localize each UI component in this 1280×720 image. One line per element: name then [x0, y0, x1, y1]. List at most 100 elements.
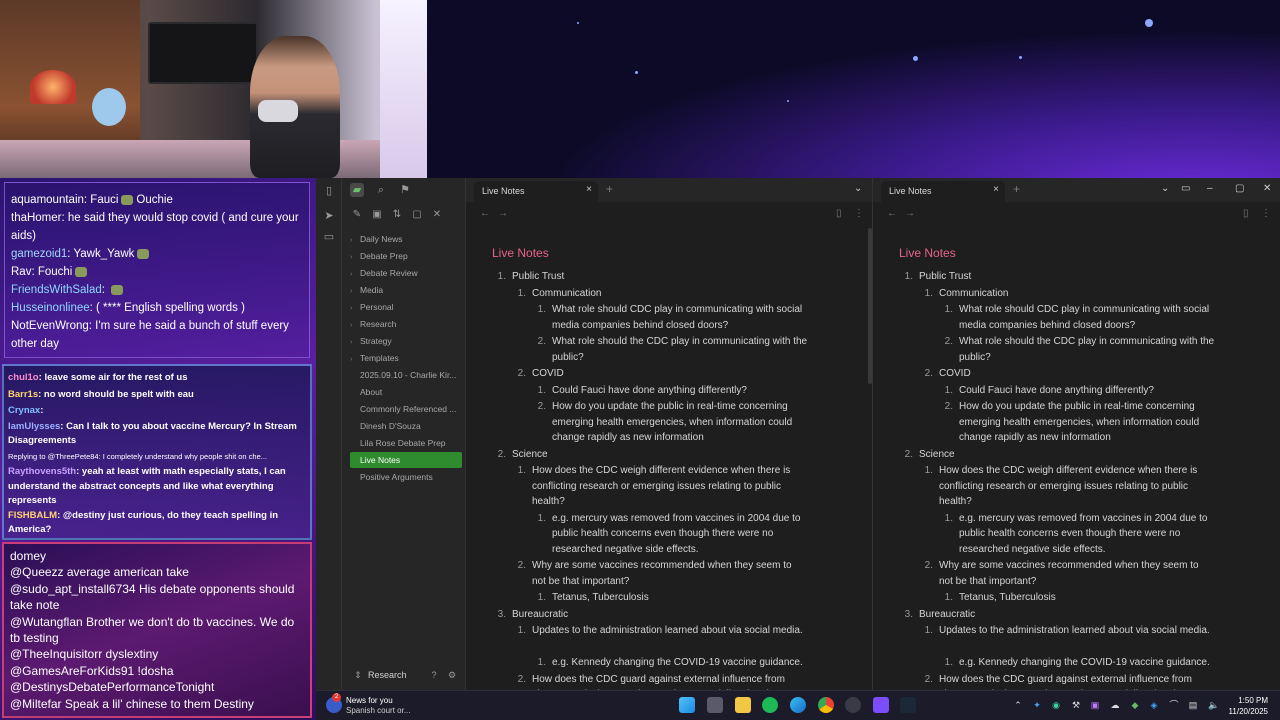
- help-icon[interactable]: ?: [428, 670, 440, 682]
- sidebar-toggle-icon[interactable]: ▯: [322, 184, 336, 198]
- maximize-icon[interactable]: ▢: [1235, 183, 1244, 194]
- chat-box-mentions: domey @Queezz average american take @sudo_…: [2, 542, 312, 718]
- tree-item-label: Debate Prep: [360, 251, 408, 261]
- file-item[interactable]: Positive Arguments: [350, 469, 462, 485]
- list-text: Why are some vaccines recommended when t…: [939, 560, 1199, 587]
- tray-app-icon[interactable]: ▤: [1188, 700, 1198, 710]
- emote-icon: [137, 248, 150, 259]
- tray-app-icon[interactable]: ▣: [1090, 700, 1100, 710]
- sidebar-right-icon[interactable]: ▭: [1181, 183, 1190, 194]
- tree-item-label: About: [360, 387, 383, 397]
- file-item[interactable]: Live Notes: [350, 452, 462, 468]
- chat-username[interactable]: NotEvenWrong: [11, 320, 89, 332]
- list-text: e.g. mercury was removed from vaccines i…: [959, 512, 1208, 555]
- more-options-icon[interactable]: ⋮: [854, 208, 864, 219]
- pages-icon[interactable]: ▭: [322, 230, 336, 244]
- forward-arrow-icon[interactable]: →: [498, 208, 508, 219]
- tray-app-icon[interactable]: ◉: [1051, 700, 1061, 710]
- chat-username[interactable]: Barr1s: [8, 389, 38, 400]
- close-icon[interactable]: ×: [586, 184, 592, 195]
- more-options-icon[interactable]: ⋮: [1261, 208, 1271, 219]
- chevron-down-icon[interactable]: ⌄: [854, 183, 862, 194]
- minimize-icon[interactable]: –: [1207, 183, 1213, 194]
- new-tab-icon[interactable]: +: [1013, 182, 1020, 196]
- chat-username[interactable]: Crynax: [8, 405, 40, 416]
- chat-username[interactable]: IamUlysses: [8, 421, 60, 432]
- folder-item[interactable]: › Daily News: [350, 231, 462, 247]
- reading-view-icon[interactable]: ▯: [1243, 208, 1249, 219]
- folder-item[interactable]: › Templates: [350, 350, 462, 366]
- spotify-icon[interactable]: [762, 697, 778, 713]
- sort-icon[interactable]: ⇅: [391, 209, 403, 221]
- folder-item[interactable]: › Debate Review: [350, 265, 462, 281]
- vault-name[interactable]: Research: [368, 670, 407, 680]
- list-text: Bureaucratic: [919, 608, 976, 620]
- list-number: 1.: [924, 465, 933, 476]
- window-close-icon[interactable]: ✕: [1263, 183, 1271, 194]
- start-icon[interactable]: [679, 697, 695, 713]
- tray-app-icon[interactable]: ✦: [1032, 700, 1042, 710]
- new-tab-icon[interactable]: +: [606, 182, 613, 196]
- folder-item[interactable]: › Personal: [350, 299, 462, 315]
- file-item[interactable]: 2025.09.10 - Charlie Kir...: [350, 367, 462, 383]
- back-arrow-icon[interactable]: ←: [480, 208, 490, 219]
- back-arrow-icon[interactable]: ←: [887, 208, 897, 219]
- chat-username[interactable]: Husseinonlinee: [11, 302, 90, 314]
- search-icon[interactable]: ⌕: [374, 183, 388, 197]
- list-text: Public Trust: [512, 271, 565, 282]
- chat-message: gamezoid1: Yawk_Yawk: [11, 245, 303, 263]
- tab-live-notes[interactable]: Live Notes ×: [881, 181, 1005, 202]
- chat-panel: aquamountain: Fauci Ouchie thaHomer: he sa…: [0, 178, 316, 720]
- chat-username[interactable]: aquamountain: [11, 194, 84, 206]
- collapse-icon[interactable]: ▢: [411, 209, 423, 221]
- news-widget[interactable]: 2 News for you Spanish court or...: [326, 693, 426, 717]
- tray-app-icon[interactable]: ☁: [1110, 700, 1120, 710]
- folder-item[interactable]: › Debate Prep: [350, 248, 462, 264]
- steam-icon[interactable]: [900, 697, 916, 713]
- tab-live-notes[interactable]: Live Notes ×: [474, 181, 598, 202]
- list-text: How do you update the public in real-tim…: [959, 401, 1200, 443]
- chat-username[interactable]: FISHBALM: [8, 510, 57, 521]
- task-view-icon[interactable]: [707, 697, 723, 713]
- tray-app-icon[interactable]: ◆: [1130, 700, 1140, 710]
- edge-icon[interactable]: [790, 697, 806, 713]
- chat-username[interactable]: gamezoid1: [11, 248, 67, 260]
- obs-icon[interactable]: [845, 697, 861, 713]
- folder-item[interactable]: › Research: [350, 316, 462, 332]
- obsidian-icon[interactable]: [873, 697, 889, 713]
- close-all-icon[interactable]: ✕: [431, 209, 443, 221]
- chat-username[interactable]: FriendsWithSalad: [11, 284, 102, 296]
- vault-switch-icon[interactable]: ⇕: [352, 670, 364, 682]
- reading-view-icon[interactable]: ▯: [836, 208, 842, 219]
- clock-time: 1:50 PM: [1238, 696, 1268, 705]
- file-item[interactable]: Dinesh D'Souza: [350, 418, 462, 434]
- network-icon[interactable]: ⌒: [1169, 700, 1179, 710]
- folder-item[interactable]: › Strategy: [350, 333, 462, 349]
- chat-username[interactable]: Rav: [11, 266, 31, 278]
- tray-app-icon[interactable]: ⚒: [1071, 700, 1081, 710]
- folder-item[interactable]: › Media: [350, 282, 462, 298]
- file-item[interactable]: Commonly Referenced ...: [350, 401, 462, 417]
- forward-arrow-icon[interactable]: →: [905, 208, 915, 219]
- settings-icon[interactable]: ⚙: [446, 670, 458, 682]
- file-explorer-icon[interactable]: [735, 697, 751, 713]
- bookmark-icon[interactable]: ⚑: [398, 183, 412, 197]
- list-number: 1.: [904, 271, 913, 282]
- close-icon[interactable]: ×: [993, 184, 999, 195]
- chat-username[interactable]: chul1o: [8, 372, 39, 383]
- file-item[interactable]: Lila Rose Debate Prep: [350, 435, 462, 451]
- file-item[interactable]: About: [350, 384, 462, 400]
- chat-username[interactable]: thaHomer: [11, 212, 62, 224]
- send-icon[interactable]: ➤: [322, 209, 336, 223]
- volume-icon[interactable]: 🔈: [1208, 700, 1219, 710]
- chevron-up-icon[interactable]: ⌃: [1013, 700, 1023, 710]
- new-folder-icon[interactable]: ▣: [371, 209, 383, 221]
- chat-username[interactable]: Raythovens5th: [8, 466, 76, 477]
- clock[interactable]: 1:50 PM 11/20/2025: [1229, 695, 1268, 717]
- chevron-down-icon[interactable]: ⌄: [1161, 183, 1169, 194]
- tray-app-icon[interactable]: ◈: [1149, 700, 1159, 710]
- folder-icon[interactable]: ▰: [350, 183, 364, 197]
- new-note-icon[interactable]: ✎: [351, 209, 363, 221]
- chrome-icon[interactable]: [818, 697, 834, 713]
- tab-title: Live Notes: [482, 186, 525, 196]
